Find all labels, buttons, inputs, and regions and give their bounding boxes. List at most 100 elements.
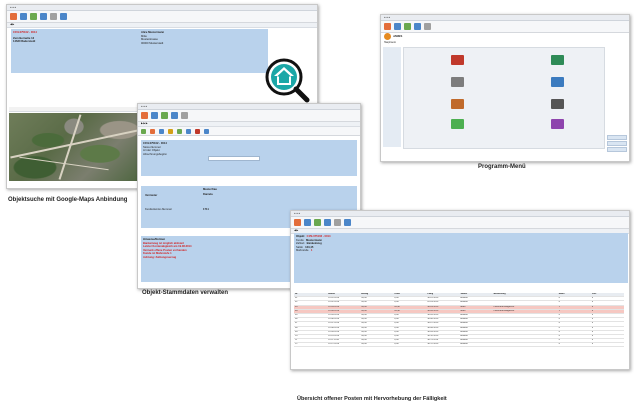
toolbar-icon[interactable] [344,219,351,226]
toolbar-icon[interactable] [10,13,17,20]
table-cell: 59,50 [394,309,400,312]
tool-icon[interactable] [195,128,200,134]
column-header[interactable]: Zins [591,293,624,296]
menu-tile-icon[interactable] [451,77,464,87]
table-cell: 59,50 [394,305,400,308]
column-header[interactable]: Nr [294,293,327,296]
table-cell [493,335,558,338]
toolbar-icon[interactable] [314,219,321,226]
toolbar-icon[interactable] [20,13,27,20]
table-cell: 30.06.2014 [427,318,439,321]
ribbon-toolbar [7,11,317,23]
table-cell [493,318,558,321]
menu-tile-icon[interactable] [551,99,564,109]
table-cell: 30.11.2014 [427,339,439,342]
tool-icon[interactable] [177,128,182,134]
toolbar-icon[interactable] [384,23,391,30]
table-cell: 59,50 [361,309,367,312]
toolbar-icon[interactable] [60,13,67,20]
object-number: C15L075102 - 0014 [13,31,37,34]
toolbar-icon[interactable] [40,13,47,20]
menu-tile-icon[interactable] [551,55,564,65]
table-cell: 30.04.2014 [427,309,439,312]
ribbon-toolbar [138,110,360,122]
tool-icon[interactable] [168,128,173,134]
tool-icon[interactable] [150,128,155,134]
tool-icon[interactable] [141,128,146,134]
side-button[interactable] [607,147,627,152]
toolbar-icon[interactable] [304,219,311,226]
caption-stammdaten: Objekt-Stammdaten verwalten [142,290,229,296]
table-cell: 02 [295,301,298,304]
menu-tile-icon[interactable] [451,99,464,109]
table-cell: 0 [558,334,560,337]
table-cell: 15.06.2014 [328,318,340,321]
input-field[interactable] [208,156,260,161]
tool-icon[interactable] [204,128,209,134]
tool-icon[interactable] [159,128,164,134]
table-cell: 59,50 [361,339,367,342]
table-cell: 15.05.2014 [328,313,340,316]
table-cell: 15.01.2014 [328,297,340,300]
table-cell: 0 [558,301,560,304]
toolbar-icon[interactable] [30,13,37,20]
toolbar-icon[interactable] [294,219,301,226]
menu-tile-icon[interactable] [551,77,564,87]
column-header[interactable]: Mahn [558,293,591,296]
table-cell: Lastschrift fehlgeschl. [493,305,515,308]
toolbar-icon[interactable] [161,112,168,119]
toolbar-icon[interactable] [424,23,431,30]
caption-posten: Übersicht offener Posten mit Hervorhebun… [297,396,447,402]
google-map-view[interactable] [9,113,139,181]
toolbar-icon[interactable] [171,112,178,119]
table-cell [493,322,558,325]
column-header[interactable]: Betrag [360,293,393,296]
column-header[interactable]: Status [459,293,492,296]
table-cell: 30.09.2014 [427,330,439,333]
toolbar-icon[interactable] [404,23,411,30]
toolbar-icon[interactable] [141,112,148,119]
tool-icon[interactable] [186,128,191,134]
column-header[interactable]: Fällig [426,293,459,296]
toolbar-icon[interactable] [394,23,401,30]
table-cell: 08 [295,326,298,329]
table-cell: 10 [295,334,298,337]
table-cell: 0 [558,343,560,346]
table-cell: 0 [558,326,560,329]
table-cell: 0 [591,318,594,321]
table-cell: 07 [295,322,298,325]
table-cell: bezahlt [460,326,468,329]
side-button[interactable] [607,135,627,140]
table-cell: 30.07.2014 [427,322,439,325]
table-cell: offen [460,309,466,312]
toolbar-icon[interactable] [324,219,331,226]
icon-toolbar [138,127,360,136]
table-cell: 0,00 [394,322,399,325]
side-button[interactable] [607,141,627,146]
toolbar-icon[interactable] [414,23,421,30]
table-row[interactable]: 12 15.12.2014 59,50 0,00 30.12.2014 bezahlt 0 0 [294,343,624,348]
table-cell: bezahlt [460,334,468,337]
program-subtitle: Hauptmenü [384,42,396,44]
table-cell: offen [460,305,466,308]
toolbar-icon[interactable] [181,112,188,119]
menu-tile-icon[interactable] [451,55,464,65]
house-magnifier-logo-icon [262,55,310,103]
posten-info-panel: Objekt C15L075102 - 0014 Kunde Musterman… [294,233,628,283]
menu-tile-icon[interactable] [451,119,464,129]
column-header[interactable]: Bemerkung [493,293,558,296]
toolbar-icon[interactable] [151,112,158,119]
table-cell [493,297,558,300]
table-cell: 01 [295,297,298,300]
column-header[interactable]: Offen [393,293,426,296]
menu-tile-icon[interactable] [551,119,564,129]
table-cell: 15.11.2014 [328,339,339,342]
toolbar-icon[interactable] [50,13,57,20]
table-cell: 59,50 [361,297,367,300]
column-header[interactable]: Datum [327,293,360,296]
info-value: 1 [310,249,313,253]
person-role: Vermieter [145,194,158,197]
table-cell: 59,50 [361,334,367,337]
table-cell: 15.10.2014 [328,334,340,337]
toolbar-icon[interactable] [334,219,341,226]
